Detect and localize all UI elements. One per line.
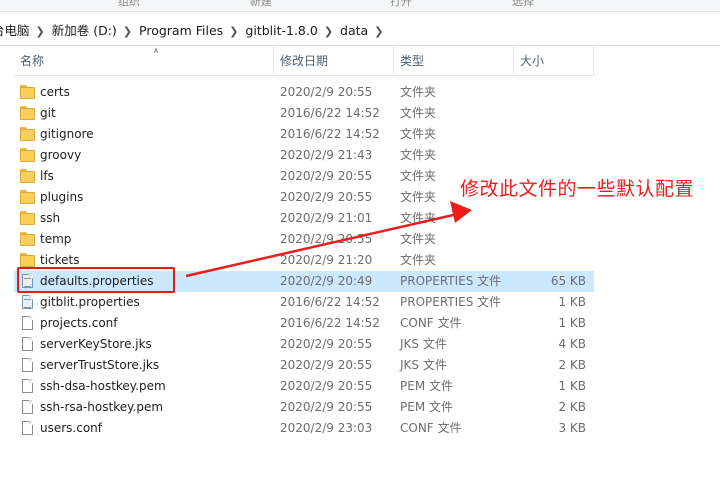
annotation-arrow (185, 201, 472, 278)
annotation-arrow-line (185, 211, 463, 278)
annotation-arrow-head (450, 201, 472, 223)
annotation-text: 修改此文件的一些默认配置 (460, 178, 695, 200)
